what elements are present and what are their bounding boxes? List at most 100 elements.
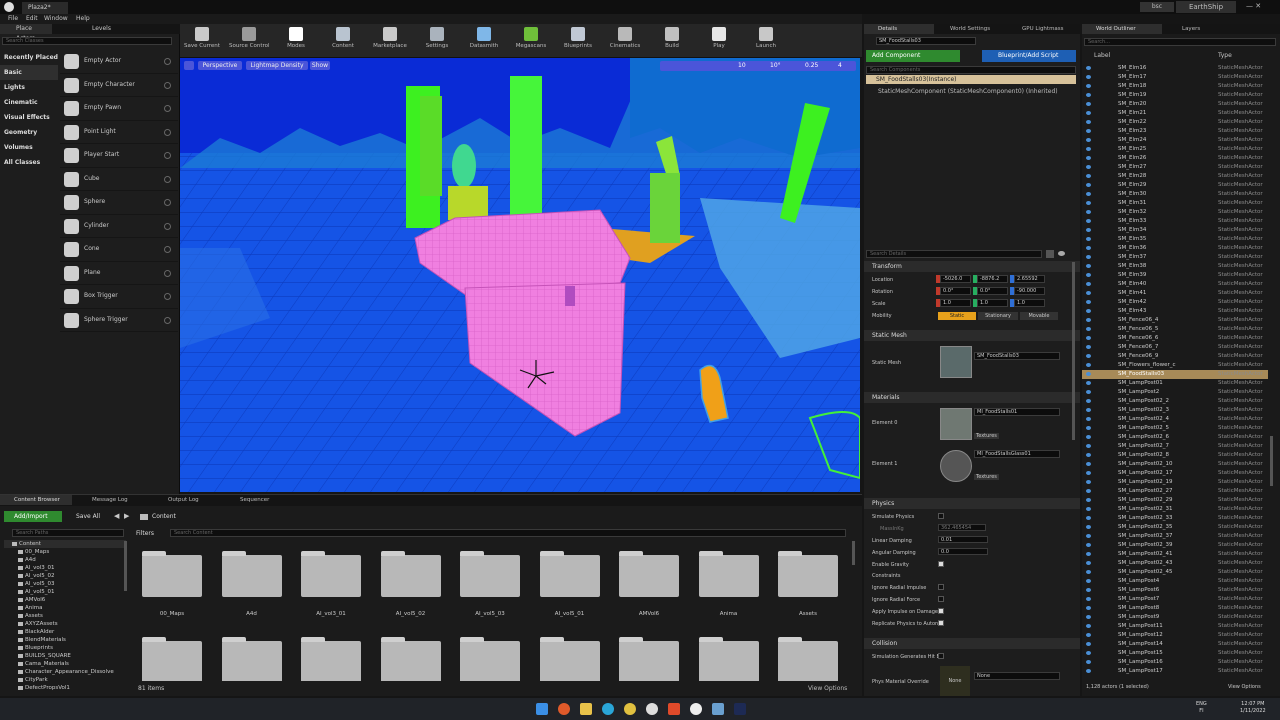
- tree-item-axyzassets[interactable]: AXYZAssets: [4, 620, 126, 628]
- tab-sequencer[interactable]: Sequencer: [224, 495, 275, 505]
- search-classes-input[interactable]: Search Classes: [2, 37, 172, 45]
- info-icon[interactable]: [164, 175, 171, 183]
- tree-item-blueprints[interactable]: Blueprints: [4, 644, 126, 652]
- info-icon[interactable]: [164, 316, 171, 324]
- toolbar-source-control-button[interactable]: Source Control: [229, 26, 270, 56]
- visibility-eye-icon[interactable]: [1086, 579, 1091, 583]
- tree-item-ai-vol5-01[interactable]: AI_vol5_01: [4, 588, 126, 596]
- outliner-row[interactable]: SM_Fence06_5 StaticMeshActor: [1082, 325, 1268, 334]
- tab-details[interactable]: Details: [864, 24, 934, 34]
- outliner-row[interactable]: SM_LampPost17 StaticMeshActor: [1082, 667, 1268, 676]
- tree-item-00-maps[interactable]: 00_Maps: [4, 548, 126, 556]
- outliner-row[interactable]: SM_LampPost02_6 StaticMeshActor: [1082, 433, 1268, 442]
- edge-icon[interactable]: [602, 703, 614, 715]
- info-icon[interactable]: [164, 199, 171, 206]
- tab-message-log[interactable]: Message Log: [82, 495, 134, 505]
- outliner-row[interactable]: SM_LampPost9 StaticMeshActor: [1082, 613, 1268, 622]
- folder-label[interactable]: A4d: [217, 611, 287, 617]
- location-z-field[interactable]: 2.65592: [1014, 275, 1045, 283]
- mesh-thumbnail[interactable]: [940, 346, 972, 378]
- visibility-eye-icon[interactable]: [1086, 381, 1091, 385]
- visibility-eye-icon[interactable]: [1086, 84, 1091, 88]
- visibility-eye-icon[interactable]: [1086, 525, 1091, 529]
- toolbar-content-button[interactable]: Content: [323, 26, 363, 56]
- tree-item-content[interactable]: Content: [4, 540, 126, 548]
- outliner-row[interactable]: SM_FoodStalls03 StaticMeshActor: [1082, 370, 1268, 379]
- menu-help[interactable]: Help: [76, 15, 90, 22]
- simulate-physics-checkbox[interactable]: [938, 513, 944, 519]
- visibility-eye-icon[interactable]: [1086, 651, 1091, 655]
- visibility-eye-icon[interactable]: [1086, 165, 1091, 169]
- outliner-row[interactable]: SM_Flowers_flower_c StaticMeshActor: [1082, 361, 1268, 370]
- visibility-eye-icon[interactable]: [1086, 210, 1091, 214]
- outliner-row[interactable]: SM_Elm27 StaticMeshActor: [1082, 163, 1268, 172]
- toolbar-save-current-button[interactable]: Save Current: [182, 26, 222, 56]
- tab-world-settings[interactable]: World Settings: [936, 24, 996, 34]
- app-icon-1[interactable]: [558, 703, 570, 715]
- category-all-classes[interactable]: All Classes: [0, 155, 58, 170]
- material-1-picker[interactable]: MI_FoodStallsGlass01: [974, 450, 1060, 458]
- rotation-y-field[interactable]: 0.0°: [977, 287, 1008, 295]
- outliner-row[interactable]: SM_LampPost02_45 StaticMeshActor: [1082, 568, 1268, 577]
- visibility-eye-icon[interactable]: [1086, 408, 1091, 412]
- outliner-row[interactable]: SM_Elm17 StaticMeshActor: [1082, 73, 1268, 82]
- toolbar-datasmith-button[interactable]: Datasmith: [464, 26, 504, 56]
- visibility-eye-icon[interactable]: [1086, 318, 1091, 322]
- outliner-row[interactable]: SM_Elm26 StaticMeshActor: [1082, 154, 1268, 163]
- rotation-z-field[interactable]: -90.000: [1014, 287, 1045, 295]
- folder-icon[interactable]: [539, 551, 600, 597]
- visibility-eye-icon[interactable]: [1086, 507, 1091, 511]
- blueprint-script-button[interactable]: Blueprint/Add Script: [982, 50, 1076, 62]
- actor-item-empty-actor[interactable]: Empty Actor: [60, 50, 178, 74]
- tree-item-a4d[interactable]: A4d: [4, 556, 126, 564]
- tree-item-citypark[interactable]: CityPark: [4, 676, 126, 684]
- outliner-row[interactable]: SM_Elm37 StaticMeshActor: [1082, 253, 1268, 262]
- outliner-row[interactable]: SM_Elm29 StaticMeshActor: [1082, 181, 1268, 190]
- outliner-row[interactable]: SM_Elm23 StaticMeshActor: [1082, 127, 1268, 136]
- visibility-eye-icon[interactable]: [1086, 228, 1091, 232]
- actor-item-sphere[interactable]: Sphere: [60, 191, 178, 215]
- visibility-eye-icon[interactable]: [1086, 399, 1091, 403]
- outliner-row[interactable]: SM_LampPost02_5 StaticMeshActor: [1082, 424, 1268, 433]
- visibility-eye-icon[interactable]: [1086, 246, 1091, 250]
- outliner-row[interactable]: SM_LampPost02_8 StaticMeshActor: [1082, 451, 1268, 460]
- tree-item-ai-vol3-01[interactable]: AI_vol3_01: [4, 564, 126, 572]
- tree-item-anima[interactable]: Anima: [4, 604, 126, 612]
- outliner-row[interactable]: SM_Elm31 StaticMeshActor: [1082, 199, 1268, 208]
- level-tab[interactable]: Plaza2*: [22, 2, 68, 14]
- visibility-eye-icon[interactable]: [1086, 255, 1091, 259]
- perspective-button[interactable]: Perspective: [198, 61, 242, 70]
- toolbar-launch-button[interactable]: Launch: [746, 26, 786, 56]
- toolbar-build-button[interactable]: Build: [652, 26, 692, 56]
- ignore-radial-force-checkbox[interactable]: [938, 596, 944, 602]
- apply-impulse-checkbox[interactable]: [938, 608, 944, 614]
- visibility-eye-icon[interactable]: [1086, 237, 1091, 241]
- visibility-eye-icon[interactable]: [1086, 138, 1091, 142]
- location-y-field[interactable]: -8876.2: [977, 275, 1008, 283]
- actor-item-player-start[interactable]: Player Start: [60, 144, 178, 168]
- info-icon[interactable]: [164, 152, 171, 159]
- folder-label[interactable]: AI_vol5_01: [535, 611, 605, 617]
- outliner-row[interactable]: SM_LampPost02_31 StaticMeshActor: [1082, 505, 1268, 514]
- tab-place-actors[interactable]: Place Actors: [0, 24, 52, 42]
- folder-icon[interactable]: [142, 551, 202, 597]
- folder-icon[interactable]: [698, 637, 759, 681]
- folder-icon[interactable]: [380, 551, 441, 597]
- outliner-row[interactable]: SM_Elm20 StaticMeshActor: [1082, 100, 1268, 109]
- tree-item-blendmaterials[interactable]: BlendMaterials: [4, 636, 126, 644]
- folder-label[interactable]: 00_Maps: [137, 611, 207, 617]
- clock[interactable]: 12:07 PM 1/11/2022: [1240, 701, 1266, 715]
- visibility-eye-icon[interactable]: [1086, 309, 1091, 313]
- nav-forward-icon[interactable]: ▶: [124, 512, 129, 520]
- visibility-eye-icon[interactable]: [1086, 642, 1091, 646]
- folder-icon[interactable]: [221, 637, 282, 681]
- visibility-eye-icon[interactable]: [1086, 390, 1091, 394]
- outliner-row[interactable]: SM_Elm42 StaticMeshActor: [1082, 298, 1268, 307]
- info-icon[interactable]: [164, 58, 171, 65]
- visibility-eye-icon[interactable]: [1086, 129, 1091, 133]
- outliner-row[interactable]: SM_LampPost11 StaticMeshActor: [1082, 622, 1268, 631]
- visibility-eye-icon[interactable]: [1086, 624, 1091, 628]
- rotation-x-field[interactable]: 0.0°: [940, 287, 971, 295]
- category-volumes[interactable]: Volumes: [0, 140, 58, 155]
- toolbar-settings-button[interactable]: Settings: [417, 26, 457, 56]
